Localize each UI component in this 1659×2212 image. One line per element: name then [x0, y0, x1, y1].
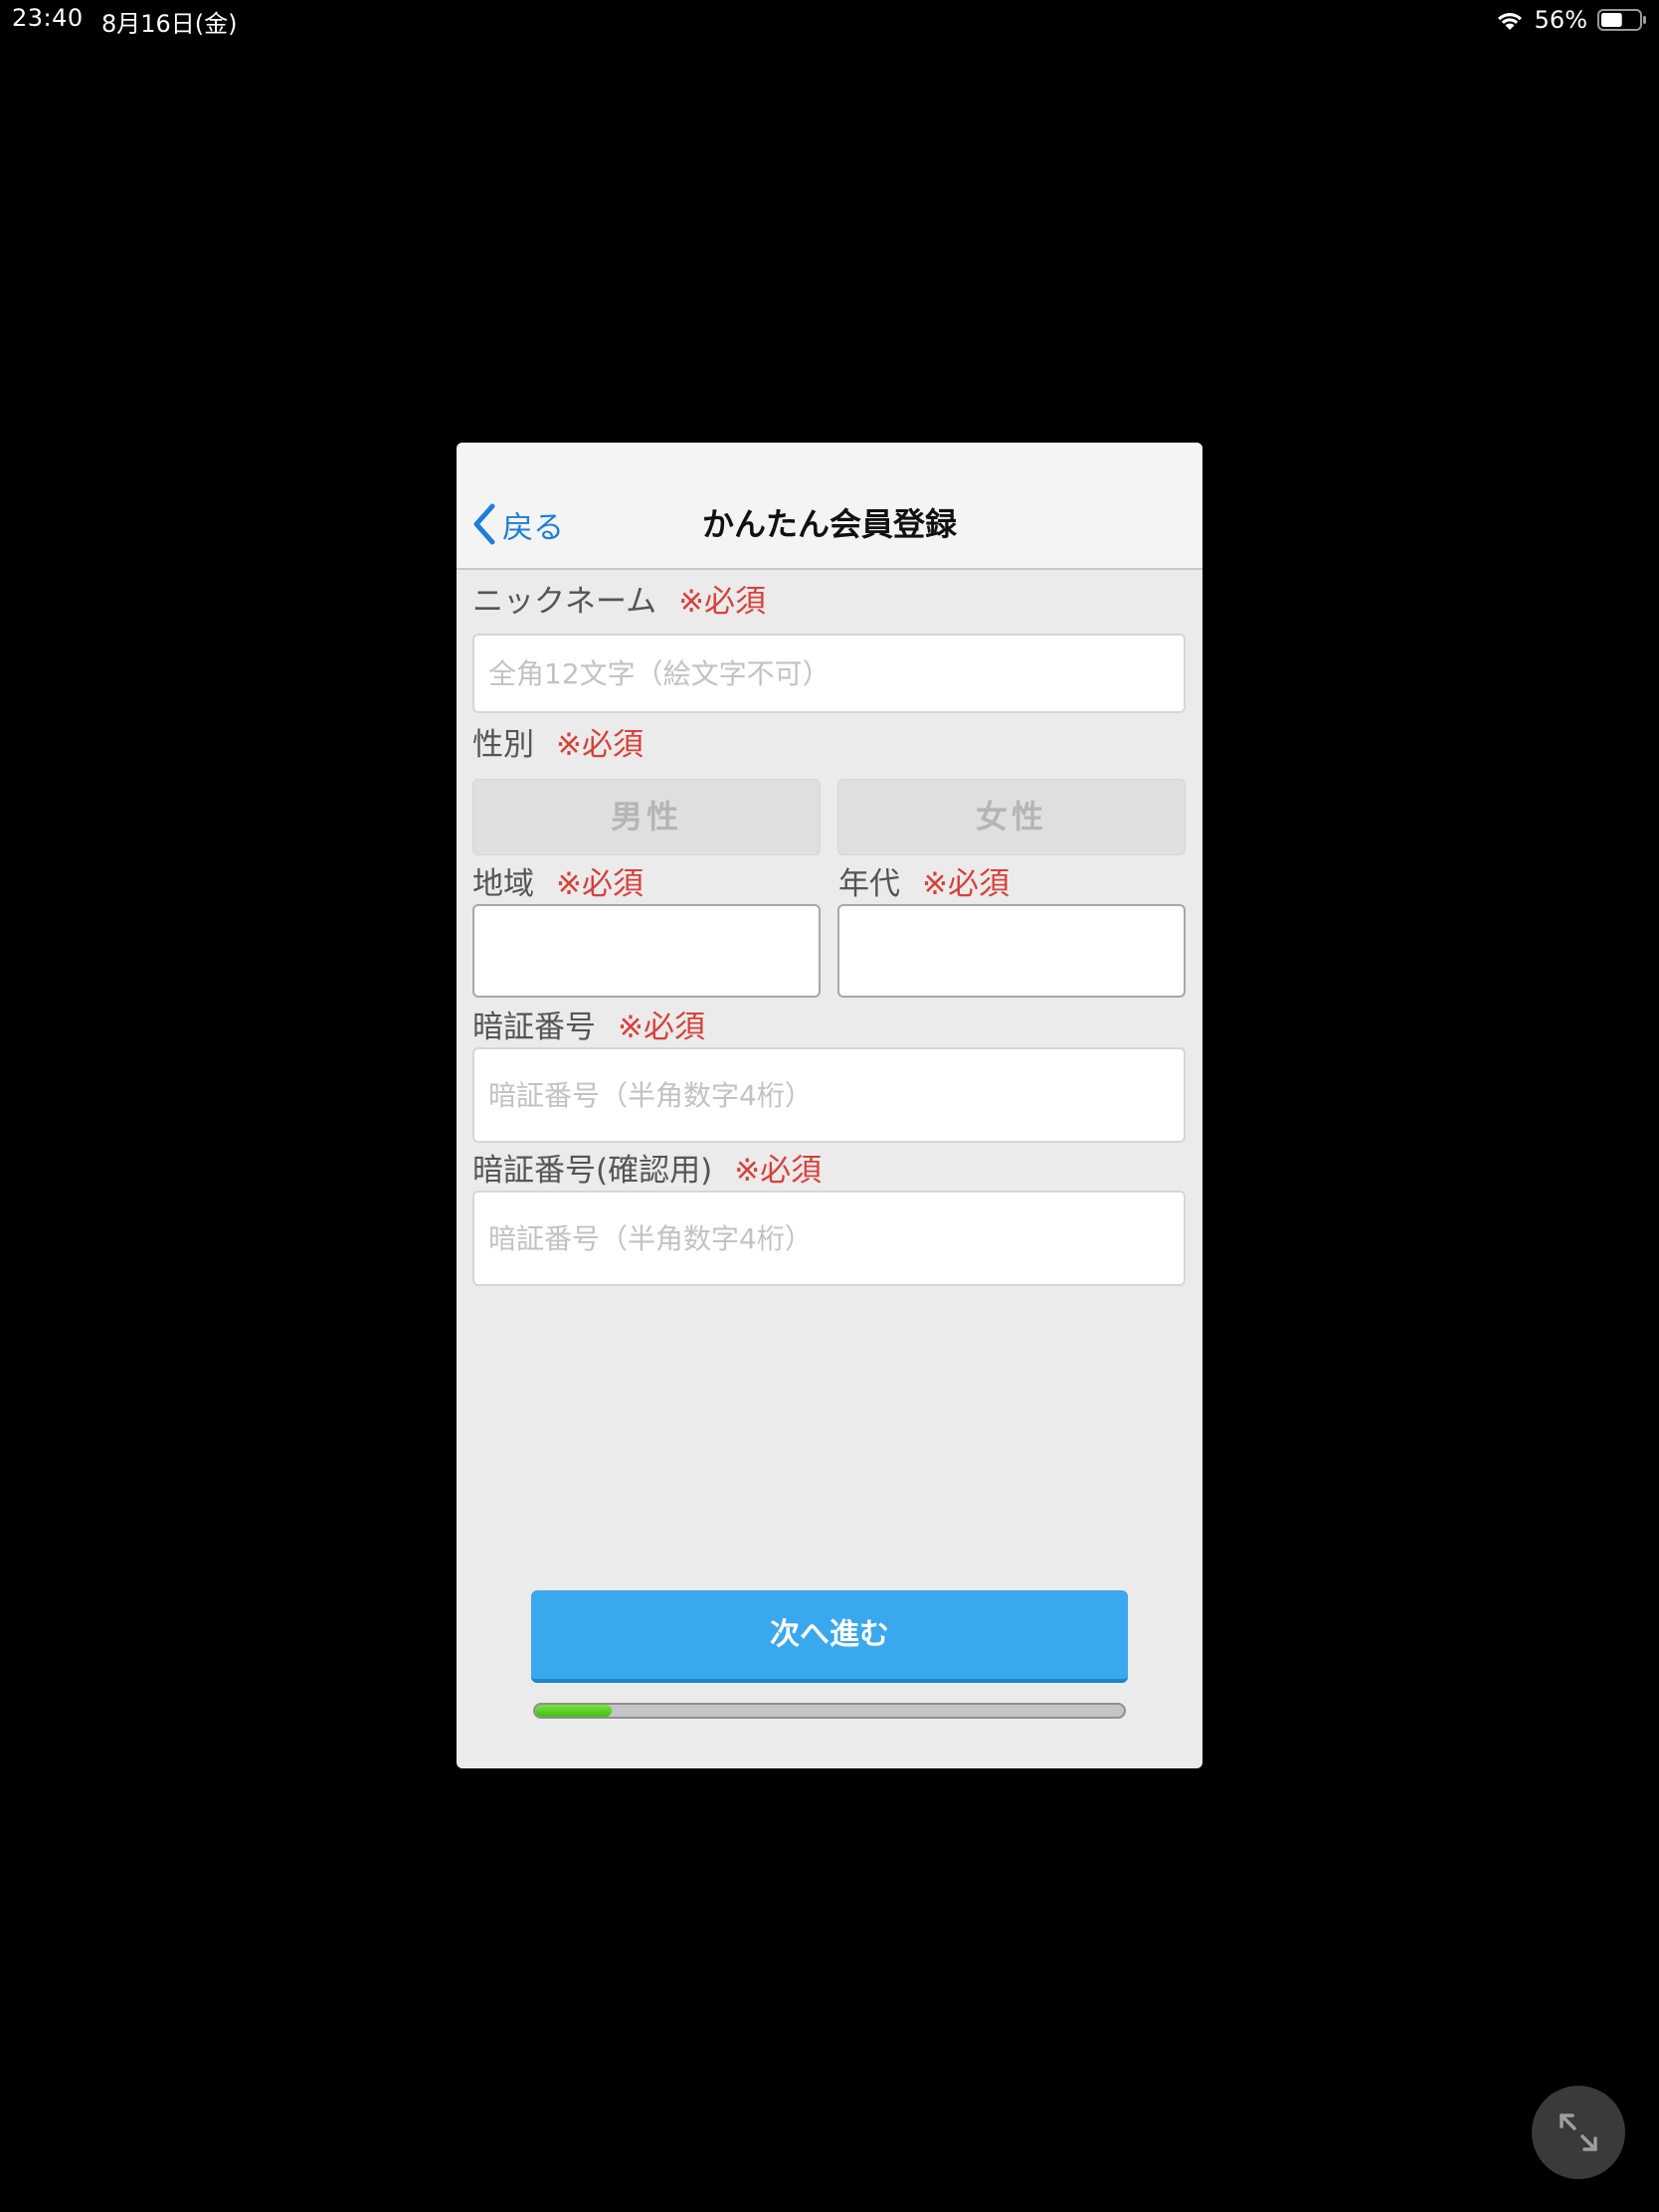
registration-progress-fill — [535, 1705, 612, 1717]
status-indicators: 56% — [1495, 4, 1647, 36]
pin-confirm-label: 暗証番号(確認用) ※必須 — [472, 1151, 822, 1191]
pin-label-text: 暗証番号 — [472, 1010, 596, 1045]
nickname-required-mark: ※必須 — [678, 584, 767, 620]
gender-female-button[interactable]: 女性 — [837, 779, 1186, 855]
status-time: 23:40 — [12, 4, 84, 32]
expand-arrows-icon — [1560, 2114, 1597, 2151]
battery-percent: 56% — [1534, 6, 1587, 34]
fullscreen-toggle-button[interactable] — [1532, 2086, 1625, 2179]
pin-label: 暗証番号 ※必須 — [472, 1008, 705, 1047]
pin-required-mark: ※必須 — [618, 1010, 705, 1045]
region-required-mark: ※必須 — [556, 866, 644, 902]
region-select[interactable] — [472, 904, 821, 998]
nickname-label-text: ニックネーム — [472, 584, 657, 620]
battery-icon — [1597, 9, 1646, 31]
age-group-select[interactable] — [837, 904, 1186, 998]
age-group-label-text: 年代 — [838, 866, 900, 902]
pin-input[interactable] — [472, 1047, 1186, 1143]
status-bar: 23:40 8月16日(金) 56% — [0, 0, 1659, 40]
status-date: 8月16日(金) — [101, 10, 238, 38]
gender-male-button[interactable]: 男性 — [472, 779, 821, 855]
gender-label: 性別 ※必須 — [472, 725, 644, 765]
pin-confirm-label-text: 暗証番号(確認用) — [472, 1153, 713, 1189]
registration-progress-bar — [533, 1703, 1126, 1719]
age-group-label: 年代 ※必須 — [838, 864, 1010, 904]
nickname-input[interactable] — [472, 634, 1186, 713]
page-title: かんたん会員登録 — [701, 505, 957, 543]
navigation-bar: 戻る かんたん会員登録 — [457, 443, 1202, 570]
region-label-text: 地域 — [472, 866, 534, 902]
nickname-label: ニックネーム ※必須 — [472, 582, 766, 622]
pin-confirm-input[interactable] — [472, 1191, 1186, 1286]
pin-confirm-required-mark: ※必須 — [734, 1153, 823, 1189]
gender-label-text: 性別 — [472, 727, 534, 763]
registration-dialog: 戻る かんたん会員登録 ニックネーム※必須 性別※必須 男性 女性 地域※必須 … — [457, 443, 1202, 1768]
region-label: 地域 ※必須 — [472, 864, 644, 904]
next-button[interactable]: 次へ進む — [531, 1590, 1128, 1683]
gender-required-mark: ※必須 — [556, 727, 644, 763]
age-group-required-mark: ※必須 — [922, 866, 1010, 902]
wifi-icon — [1497, 13, 1522, 30]
